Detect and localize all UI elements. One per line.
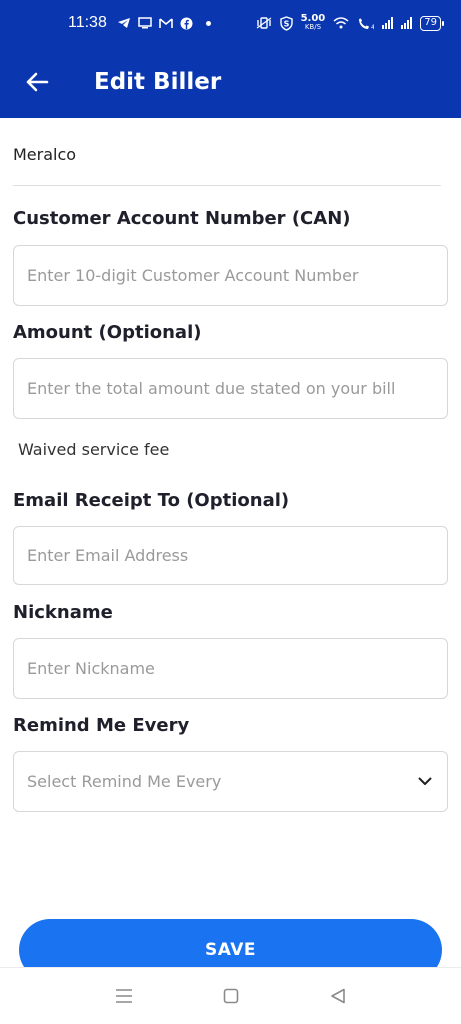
square-icon bbox=[223, 988, 238, 1004]
dot-icon bbox=[205, 20, 211, 26]
app-bar: Edit Biller bbox=[0, 46, 461, 118]
remind-select-placeholder: Select Remind Me Every bbox=[27, 772, 222, 791]
battery-icon: 79 bbox=[420, 15, 444, 31]
call-icon: 4 bbox=[359, 18, 374, 30]
amount-field[interactable] bbox=[13, 358, 448, 419]
remind-label: Remind Me Every bbox=[13, 715, 190, 736]
service-fee-note: Waived service fee bbox=[18, 440, 170, 459]
amount-input[interactable] bbox=[27, 379, 434, 398]
amount-label: Amount (Optional) bbox=[13, 322, 202, 343]
nickname-field[interactable] bbox=[13, 638, 448, 699]
notification-icons bbox=[117, 17, 211, 30]
signal-icon bbox=[382, 17, 394, 29]
arrow-left-icon bbox=[26, 72, 49, 92]
screen-icon bbox=[138, 17, 152, 29]
back-button[interactable] bbox=[2, 46, 72, 118]
facebook-icon bbox=[180, 17, 193, 29]
remind-select[interactable]: Select Remind Me Every bbox=[13, 751, 448, 812]
vibrate-icon bbox=[256, 17, 271, 29]
status-bar: 11:38 S 5.00 KB/S 4 79 bbox=[0, 0, 461, 46]
recent-apps-button[interactable] bbox=[104, 976, 144, 1016]
telegram-icon bbox=[117, 18, 130, 28]
speed-value: 5.00 bbox=[300, 13, 326, 24]
can-input[interactable] bbox=[27, 266, 434, 285]
divider bbox=[13, 185, 441, 186]
nickname-label: Nickname bbox=[13, 602, 113, 623]
system-nav-bar bbox=[0, 967, 461, 1024]
gmail-icon bbox=[159, 18, 173, 28]
system-icons: S 5.00 KB/S 4 79 bbox=[256, 14, 444, 32]
network-speed: 5.00 KB/S bbox=[301, 14, 326, 32]
biller-name: Meralco bbox=[13, 145, 77, 164]
triangle-back-icon bbox=[330, 988, 345, 1004]
home-button[interactable] bbox=[211, 976, 251, 1016]
speed-unit: KB/S bbox=[304, 23, 322, 31]
shield-icon: S bbox=[279, 15, 293, 31]
svg-text:4: 4 bbox=[371, 24, 374, 30]
status-time: 11:38 bbox=[68, 14, 107, 31]
email-input[interactable] bbox=[27, 546, 434, 565]
email-label: Email Receipt To (Optional) bbox=[13, 490, 290, 511]
signal-2-icon bbox=[401, 17, 413, 29]
back-nav-button[interactable] bbox=[318, 976, 358, 1016]
page-title: Edit Biller bbox=[94, 69, 222, 95]
chevron-down-icon bbox=[418, 774, 434, 790]
wifi-icon bbox=[333, 17, 349, 29]
can-label: Customer Account Number (CAN) bbox=[13, 208, 351, 229]
nickname-input[interactable] bbox=[27, 659, 434, 678]
can-field[interactable] bbox=[13, 245, 448, 306]
svg-text:S: S bbox=[283, 19, 289, 28]
email-field[interactable] bbox=[13, 526, 448, 585]
menu-icon bbox=[115, 989, 132, 1003]
